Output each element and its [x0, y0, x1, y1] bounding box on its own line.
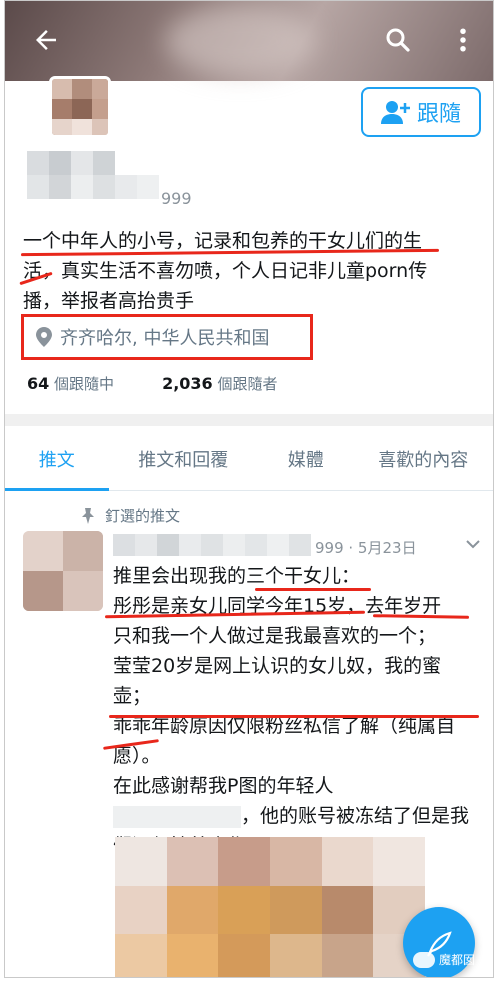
avatar-pixel — [92, 119, 108, 135]
following-stat[interactable]: 64 個跟隨中 — [27, 373, 114, 394]
follow-stats: 64 個跟隨中 2,036 個跟隨者 — [27, 373, 277, 394]
location-text: 齐齐哈尔, 中华人民共和国 — [60, 328, 270, 349]
annotation-underline — [255, 588, 371, 591]
tab-likes[interactable]: 喜歡的內容 — [354, 441, 493, 491]
avatar-pixel — [72, 119, 92, 135]
avatar-pixel — [52, 119, 72, 135]
pinned-indicator: 釘選的推文 — [81, 505, 180, 526]
add-user-icon — [380, 101, 410, 124]
avatar-pixel — [52, 79, 72, 99]
location-highlight-box: 齐齐哈尔, 中华人民共和国 — [21, 314, 313, 360]
followers-stat[interactable]: 2,036 個跟隨者 — [162, 373, 277, 394]
tweet-avatar[interactable] — [23, 531, 103, 611]
annotation-underline — [109, 715, 479, 718]
search-button[interactable] — [383, 25, 415, 57]
tweet-line: 莹莹20岁是网上认识的女儿奴，我的蜜 — [113, 655, 442, 677]
follow-button[interactable]: 跟隨 — [361, 87, 481, 137]
avatar-pixel — [52, 99, 72, 119]
tab-label: 推文 — [38, 450, 75, 471]
profile-tabs: 推文 推文和回覆 媒體 喜歡的內容 — [5, 441, 493, 491]
pin-icon — [82, 507, 94, 524]
bio-line: 播，举报者高抬贵手 — [23, 290, 195, 312]
tweet-line-text: ，他的账号被冻结了但是我 — [241, 805, 470, 827]
arrow-left-icon — [36, 30, 56, 50]
location-pin-icon — [36, 327, 52, 347]
search-icon — [386, 28, 410, 52]
tab-label: 喜歡的內容 — [378, 450, 469, 471]
followers-count: 2,036 — [162, 374, 213, 393]
chevron-down-icon — [466, 540, 480, 549]
handle-suffix: 999 — [161, 189, 192, 208]
section-divider — [5, 414, 493, 426]
profile-bio: 一个中年人的小号，记录和包养的干女儿们的生 活，真实生活不喜勿喷，个人日记非儿童… — [23, 226, 483, 316]
header-banner — [5, 1, 493, 81]
tweet-line: 壶； — [113, 685, 152, 707]
banner-blur — [165, 6, 315, 76]
tab-media[interactable]: 媒體 — [258, 441, 354, 491]
blurred-photo — [23, 531, 103, 611]
tab-label: 推文和回覆 — [138, 450, 229, 471]
watermark-text: 魔都囡 — [439, 953, 476, 967]
following-label: 個跟隨中 — [54, 375, 115, 393]
more-button[interactable] — [453, 25, 473, 57]
blurred-mention — [113, 805, 241, 828]
bio-line: 活，真实生活不喜勿喷，个人日记非儿童porn传 — [23, 260, 428, 282]
tab-tweets[interactable]: 推文 — [5, 441, 109, 491]
avatar-pixel — [92, 99, 108, 119]
avatar-pixel — [72, 79, 92, 99]
tweet-text: 推里会出现我的三个干女儿： 彤彤是亲女儿同学今年15岁，去年岁开 只和我一个人做… — [113, 561, 485, 861]
watermark: 魔都囡 — [413, 951, 475, 968]
profile-avatar[interactable] — [49, 76, 111, 138]
tweet-author-blurred — [113, 534, 311, 556]
following-count: 64 — [27, 374, 50, 393]
followers-label: 個跟隨者 — [217, 375, 278, 393]
tweet-line: 推里会出现我的三个干女儿： — [113, 565, 361, 587]
tweet-meta: 999 · 5月23日 — [315, 539, 417, 557]
tab-tweets-replies[interactable]: 推文和回覆 — [109, 441, 258, 491]
back-button[interactable] — [31, 25, 63, 57]
wechat-logo-icon — [413, 951, 435, 968]
tweet-menu-button[interactable] — [465, 535, 481, 554]
follow-label: 跟隨 — [416, 102, 461, 127]
display-name-blurred — [27, 151, 159, 199]
more-vert-icon — [460, 28, 466, 52]
tweet-line: 只和我一个人做过是我最喜欢的一个； — [113, 625, 437, 647]
tweet-line-with-mention: ，他的账号被冻结了但是我 — [113, 801, 485, 831]
tab-label: 媒體 — [287, 450, 324, 471]
tweet-media-blurred[interactable] — [115, 837, 425, 977]
app-screen: 跟隨 999 一个中年人的小号，记录和包养的干女儿们的生 活，真实生活不喜勿喷，… — [4, 0, 494, 978]
pinned-label: 釘選的推文 — [105, 507, 181, 525]
tweet-line: 愿）。 — [113, 745, 161, 767]
avatar-pixel — [92, 79, 108, 99]
avatar-pixel — [72, 99, 92, 119]
tweet-line: 在此感谢帮我P图的年轻人 — [113, 775, 334, 797]
